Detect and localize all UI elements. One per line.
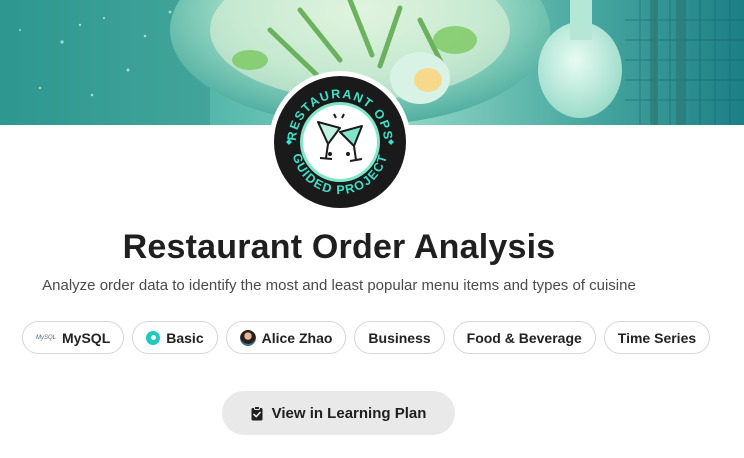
project-page: RESTAURANT OPS GUIDED PROJECT Restaurant…: [0, 0, 744, 458]
view-in-learning-plan-button[interactable]: View in Learning Plan: [222, 391, 455, 435]
tag-label: Food & Beverage: [466, 329, 582, 346]
mysql-logo-icon: MySQL: [36, 334, 57, 341]
tag-business[interactable]: Business: [354, 321, 445, 354]
tag-label: Business: [368, 329, 431, 346]
tag-label: Alice Zhao: [261, 329, 333, 346]
clipboard-check-icon: [251, 405, 263, 421]
project-title: Restaurant Order Analysis: [122, 228, 556, 266]
tag-instructor[interactable]: Alice Zhao: [225, 321, 347, 354]
tag-list: MySQL MySQL Basic Alice Zhao Business Fo…: [22, 321, 711, 354]
tag-label: MySQL: [62, 329, 111, 346]
project-description: Analyze order data to identify the most …: [42, 277, 636, 294]
tag-mysql[interactable]: MySQL MySQL: [22, 321, 125, 354]
tag-basic[interactable]: Basic: [132, 321, 218, 354]
instructor-avatar: [239, 329, 256, 346]
project-badge: RESTAURANT OPS GUIDED PROJECT: [269, 71, 411, 213]
tag-label: Time Series: [617, 329, 697, 346]
difficulty-dot-icon: [146, 330, 161, 345]
view-in-learning-plan-label: View in Learning Plan: [271, 404, 427, 422]
tag-label: Basic: [166, 329, 204, 346]
tag-food-beverage[interactable]: Food & Beverage: [452, 321, 596, 354]
tag-time-series[interactable]: Time Series: [603, 321, 711, 354]
